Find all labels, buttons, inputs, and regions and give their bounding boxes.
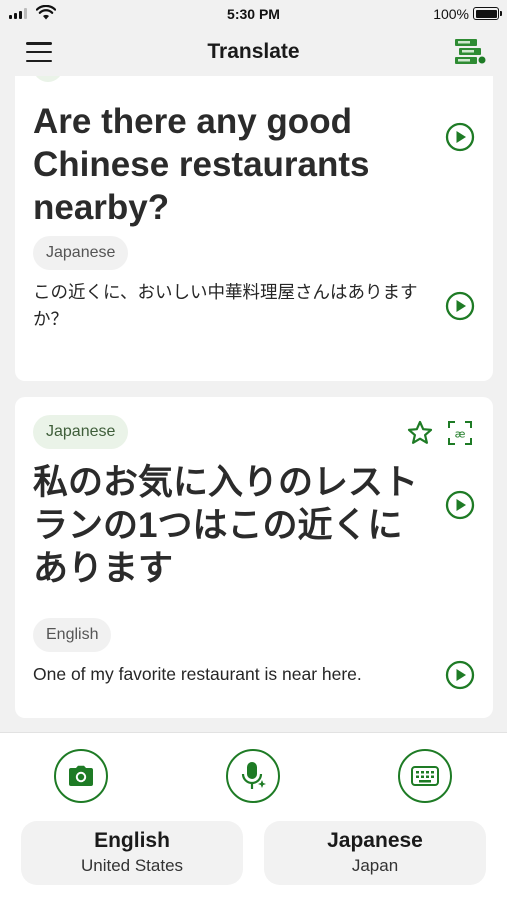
source-language-region: United States: [80, 856, 184, 875]
menu-icon: [26, 42, 52, 45]
star-icon[interactable]: [406, 419, 434, 447]
translation-card: Japanese æ 私のお気に入りのレストランの1つはこの近くにあります En…: [15, 397, 493, 718]
play-icon[interactable]: [445, 660, 475, 690]
target-language-chip: English: [33, 618, 112, 652]
app-header: Translate: [0, 30, 507, 76]
menu-button[interactable]: [26, 42, 52, 62]
source-language-name: English: [94, 829, 170, 852]
target-language-button[interactable]: Japanese Japan: [264, 821, 486, 885]
battery-percentage: 100%: [433, 6, 469, 22]
translation-card: Are there any good Chinese restaurants n…: [15, 76, 493, 381]
translated-text: この近くに、おいしい中華料理屋さんはありますか？: [33, 282, 418, 329]
target-language-chip: Japanese: [33, 236, 129, 270]
phrasebook-icon[interactable]: [453, 38, 487, 66]
source-language-button[interactable]: English United States: [21, 821, 243, 885]
source-text: Are there any good Chinese restaurants n…: [33, 102, 370, 227]
camera-button[interactable]: [54, 749, 108, 803]
keyboard-icon: [411, 766, 439, 786]
translated-text: One of my favorite restaurant is near he…: [33, 664, 362, 684]
battery-icon: [473, 7, 502, 20]
play-icon[interactable]: [445, 490, 475, 520]
play-icon[interactable]: [445, 122, 475, 152]
status-time: 5:30 PM: [227, 6, 280, 22]
target-language-region: Japan: [351, 856, 399, 875]
transliteration-icon[interactable]: æ: [446, 419, 474, 447]
voice-button[interactable]: [226, 749, 280, 803]
source-text: 私のお気に入りのレストランの1つはこの近くにあります: [33, 463, 419, 588]
play-icon[interactable]: [445, 291, 475, 321]
source-language-chip: Japanese: [33, 415, 129, 449]
source-language-chip: [33, 76, 64, 82]
page-title: Translate: [207, 40, 300, 63]
bottom-panel: English United States Japanese Japan: [0, 732, 507, 900]
microphone-icon: [241, 762, 266, 789]
status-bar: 5:30 PM 100%: [0, 0, 507, 30]
svg-text:æ: æ: [455, 428, 466, 441]
translation-list[interactable]: Are there any good Chinese restaurants n…: [0, 76, 507, 732]
target-language-name: Japanese: [327, 829, 423, 852]
camera-icon: [69, 765, 93, 786]
keyboard-button[interactable]: [398, 749, 452, 803]
